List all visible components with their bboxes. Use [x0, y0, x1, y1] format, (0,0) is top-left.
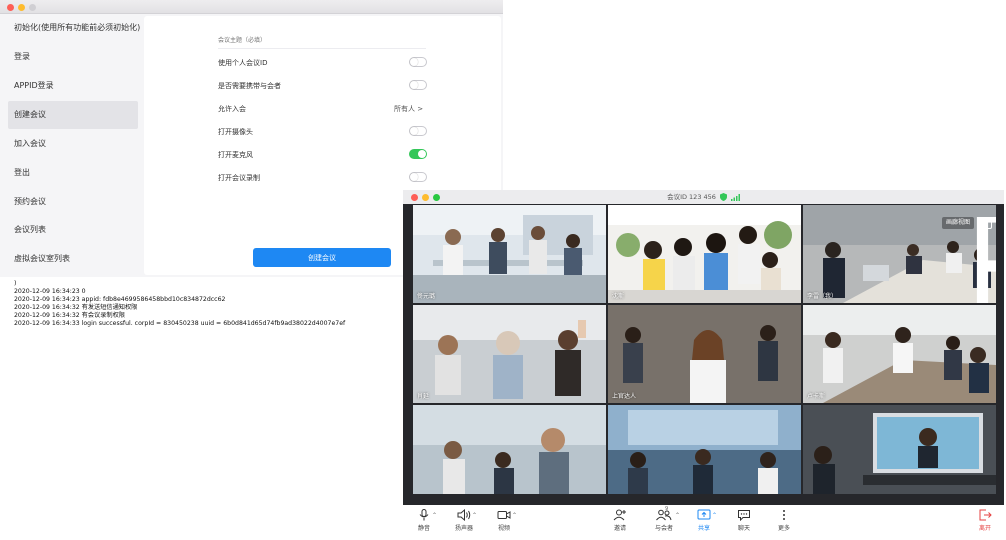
- sidebar-item-appid-login[interactable]: APPID登录: [8, 72, 138, 100]
- video-frame: [413, 405, 606, 494]
- create-meeting-button[interactable]: 创建会议: [253, 248, 391, 267]
- video-frame: [608, 305, 801, 403]
- sidebar-item-virtual-rooms[interactable]: 虚拟会议室列表: [8, 245, 138, 273]
- close-dot-icon[interactable]: [411, 194, 418, 201]
- sidebar-item-schedule[interactable]: 预约会议: [8, 188, 138, 216]
- zoom-dot-icon[interactable]: [433, 194, 440, 201]
- video-frame: [413, 205, 606, 303]
- share-button[interactable]: ⌃ 共享: [687, 509, 721, 532]
- video-tile[interactable]: 卢卡斯: [803, 305, 996, 403]
- participants-count: 9: [665, 506, 669, 512]
- video-tile[interactable]: [608, 405, 801, 494]
- camera-label: 打开摄像头: [218, 128, 253, 136]
- chat-button[interactable]: 聊天: [727, 509, 761, 532]
- video-tile[interactable]: 佟元璐: [413, 205, 606, 303]
- exit-icon: [979, 509, 992, 521]
- minimize-dot-icon[interactable]: [18, 4, 25, 11]
- video-tile[interactable]: 沈斯: [608, 205, 801, 303]
- camera-toggle[interactable]: [409, 126, 427, 136]
- video-tile[interactable]: 上官达人: [608, 305, 801, 403]
- personal-id-label: 使用个人会议ID: [218, 59, 268, 67]
- sidebar-item-init[interactable]: 初始化(使用所有功能前必须初始化): [8, 14, 140, 42]
- chevron-up-icon[interactable]: ⌃: [512, 512, 517, 519]
- meeting-id-title: 会议ID 123 456: [667, 193, 716, 201]
- microphone-toggle[interactable]: [409, 149, 427, 159]
- participant-name: 李雷（我）: [807, 293, 838, 300]
- video-button[interactable]: ⌃ 视频: [487, 509, 521, 532]
- participants-icon: [656, 509, 672, 521]
- close-dot-icon[interactable]: [7, 4, 14, 11]
- leave-label: 离开: [978, 525, 991, 532]
- signal-icon: [730, 193, 740, 201]
- sidebar-item-create-meeting[interactable]: 创建会议: [8, 101, 138, 129]
- chevron-up-icon[interactable]: ⌃: [712, 512, 717, 519]
- invite-label: 邀请: [613, 525, 626, 532]
- demo-sidebar: 初始化(使用所有功能前必须初始化) 登录 APPID登录 创建会议 加入会议 登…: [0, 14, 142, 277]
- sidebar-item-logout[interactable]: 登出: [8, 159, 138, 187]
- participant-name: 卢卡斯: [807, 393, 826, 400]
- add-user-icon: [613, 509, 626, 521]
- shield-icon: [719, 193, 727, 201]
- video-frame: [608, 205, 801, 303]
- sidebar-item-login[interactable]: 登录: [8, 43, 138, 71]
- speaker-label: 扬声器: [454, 525, 473, 532]
- sidebar-item-join-meeting[interactable]: 加入会议: [8, 130, 138, 158]
- gallery-view-button[interactable]: 画廊视图: [941, 217, 996, 303]
- camera-icon: [497, 511, 511, 519]
- more-label: 更多: [777, 525, 790, 532]
- chevron-up-icon[interactable]: ⌃: [472, 512, 477, 519]
- bring-attendees-label: 是否需要携带与会者: [218, 82, 281, 90]
- video-label: 视频: [497, 525, 510, 532]
- mute-label: 静音: [417, 525, 430, 532]
- video-frame: [803, 305, 996, 403]
- video-tile[interactable]: [413, 405, 606, 494]
- leave-button[interactable]: 离开: [968, 509, 1002, 532]
- participant-name: 沈斯: [612, 293, 625, 300]
- chat-label: 聊天: [737, 525, 750, 532]
- meeting-topic-input[interactable]: [218, 33, 426, 49]
- mute-button[interactable]: ⌃ 静音: [407, 509, 441, 532]
- more-icon: [783, 510, 785, 520]
- chevron-up-icon[interactable]: ⌃: [675, 512, 680, 519]
- demo-titlebar: [0, 0, 503, 14]
- bring-attendees-toggle[interactable]: [409, 80, 427, 90]
- chevron-up-icon[interactable]: ⌃: [432, 512, 437, 519]
- video-tile[interactable]: 画廊视图 李雷（我）: [803, 205, 996, 303]
- video-tile[interactable]: [803, 405, 996, 494]
- video-frame: [413, 305, 606, 403]
- recording-label: 打开会议录制: [218, 174, 260, 182]
- allow-join-label: 允许入会: [218, 105, 246, 113]
- participants-label: 与会者: [654, 525, 673, 532]
- meeting-toolbar: ⌃ 静音 ⌃ 扬声器 ⌃ 视频 邀请 9 ⌃ 与会者 ⌃ 共享 聊天 更多 离开: [403, 505, 1004, 540]
- grid-icon: [976, 217, 996, 303]
- meeting-titlebar: 会议ID 123 456: [403, 190, 1004, 204]
- minimize-dot-icon[interactable]: [422, 194, 429, 201]
- video-frame: [608, 405, 801, 494]
- microphone-icon: [419, 509, 429, 521]
- recording-toggle[interactable]: [409, 172, 427, 182]
- allow-join-select[interactable]: 所有人 >: [394, 104, 423, 114]
- video-frame: [803, 405, 996, 494]
- participant-name: 肖延: [417, 393, 430, 400]
- chat-icon: [738, 510, 750, 521]
- video-tile[interactable]: 肖延: [413, 305, 606, 403]
- fullscreen-icon[interactable]: [980, 217, 992, 229]
- invite-button[interactable]: 邀请: [603, 509, 637, 532]
- zoom-dot-icon[interactable]: [29, 4, 36, 11]
- share-screen-icon: [697, 509, 711, 520]
- sidebar-item-meeting-list[interactable]: 会议列表: [8, 216, 138, 244]
- speaker-button[interactable]: ⌃ 扬声器: [447, 509, 481, 532]
- microphone-label: 打开麦克风: [218, 151, 253, 159]
- more-button[interactable]: 更多: [767, 509, 801, 532]
- participant-name: 上官达人: [612, 393, 637, 400]
- share-label: 共享: [697, 525, 710, 532]
- meeting-window: 会议ID 123 456 佟元璐 沈斯 画廊视图 李雷（我） 肖延 上官达人 卢…: [403, 190, 1004, 540]
- participant-name: 佟元璐: [417, 293, 436, 300]
- personal-id-toggle[interactable]: [409, 57, 427, 67]
- video-gallery: 佟元璐 沈斯 画廊视图 李雷（我） 肖延 上官达人 卢卡斯: [413, 205, 996, 505]
- speaker-icon: [457, 509, 471, 521]
- participants-button[interactable]: 9 ⌃ 与会者: [647, 506, 681, 532]
